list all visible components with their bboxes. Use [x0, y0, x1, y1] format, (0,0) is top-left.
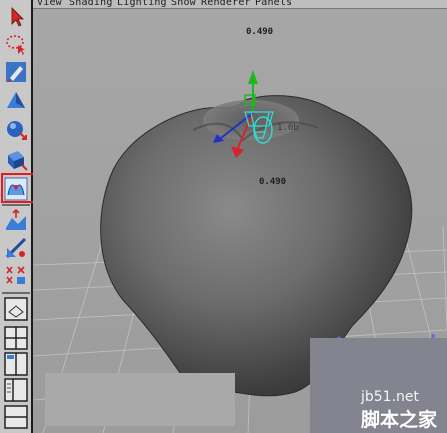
- last-tool-icon[interactable]: [4, 263, 28, 287]
- four-view-layout-icon[interactable]: [4, 326, 28, 350]
- show-manipulator-icon[interactable]: [4, 236, 28, 260]
- y-axis-handle-icon: [248, 70, 258, 84]
- watermark-domain: jb51.net: [361, 389, 420, 405]
- distance-readout-mid: 0.490: [259, 177, 287, 187]
- graph-layout-icon[interactable]: [4, 405, 28, 429]
- lasso-select-icon[interactable]: [4, 32, 28, 56]
- move-icon[interactable]: [4, 88, 28, 112]
- select-arrow-icon[interactable]: [4, 5, 28, 29]
- rotate-icon[interactable]: [4, 117, 28, 141]
- tool-box: [0, 0, 51, 433]
- two-view-layout-icon[interactable]: [4, 352, 28, 376]
- scale-icon[interactable]: [4, 147, 28, 171]
- distance-readout-top: 0.490: [246, 27, 274, 37]
- overlay-panel: [45, 373, 235, 426]
- shelf-divider: [2, 204, 30, 206]
- paint-select-icon[interactable]: [4, 60, 28, 84]
- watermark-site-name: 脚本之家: [361, 409, 438, 431]
- distance-readout-side: 1.0b: [277, 123, 299, 133]
- soft-mod-icon[interactable]: [4, 208, 28, 232]
- maya-window: View Shading Lighting Show Renderer Pane…: [0, 0, 447, 433]
- outliner-layout-icon[interactable]: [4, 378, 28, 402]
- single-perspective-layout-icon[interactable]: [4, 297, 28, 321]
- shelf-divider: [2, 292, 30, 294]
